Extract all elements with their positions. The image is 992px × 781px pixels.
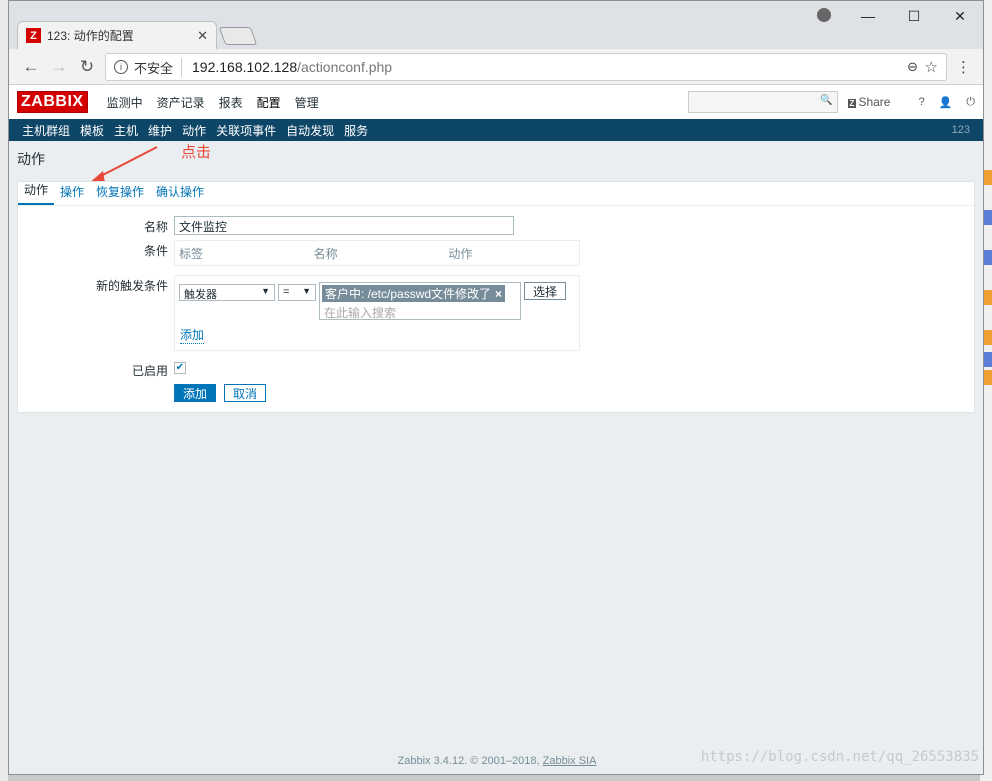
user-icon[interactable]: 👤: [939, 96, 953, 109]
multiselect-search-input[interactable]: 在此输入搜索: [322, 302, 518, 323]
top-nav: 监测中 资产记录 报表 配置 管理: [100, 94, 326, 111]
profile-icon[interactable]: [817, 8, 831, 22]
new-tab-button[interactable]: [218, 27, 258, 45]
cond-header-label: 标签: [179, 246, 204, 261]
back-icon[interactable]: ←: [17, 57, 45, 77]
cond-header-action: 动作: [448, 246, 473, 261]
form-tabs: 动作 操作 恢复操作 确认操作: [18, 182, 974, 206]
browser-toolbar: ← → ↻ i 不安全 192.168.102.128/actionconf.p…: [9, 49, 983, 85]
share-icon: Z: [847, 99, 857, 108]
desktop-left-edge: [0, 0, 8, 781]
subnav-actions[interactable]: 动作: [177, 122, 211, 139]
annotation-text: 点击: [181, 144, 212, 161]
add-button[interactable]: 添加: [174, 384, 217, 402]
browser-menu-icon[interactable]: ⋮: [956, 58, 971, 76]
subnav-host-groups[interactable]: 主机群组: [17, 122, 75, 139]
maximize-icon[interactable]: ☐: [891, 1, 937, 31]
enabled-label: 已启用: [131, 364, 168, 378]
cond-header-name: 名称: [313, 246, 338, 261]
name-label: 名称: [143, 220, 168, 234]
tab-action[interactable]: 动作: [18, 181, 55, 205]
url-host: 192.168.102.128: [192, 59, 298, 75]
remove-chip-icon[interactable]: ×: [495, 287, 502, 301]
condition-type-select[interactable]: 触发器 ▼: [179, 284, 275, 301]
nav-inventory[interactable]: 资产记录: [150, 94, 212, 111]
enabled-checkbox[interactable]: ✔: [174, 362, 186, 374]
subnav-maintenance[interactable]: 维护: [143, 122, 177, 139]
browser-tab[interactable]: Z 123: 动作的配置 ✕: [17, 21, 217, 49]
choose-button[interactable]: 选择: [524, 282, 567, 300]
power-icon[interactable]: ⏻: [966, 96, 975, 109]
conditions-label: 条件: [143, 244, 168, 258]
subnav-services[interactable]: 服务: [339, 122, 373, 139]
chevron-down-icon: ▼: [302, 286, 311, 296]
trigger-multiselect[interactable]: 客户中: /etc/passwd文件修改了 × 在此输入搜索: [319, 282, 521, 320]
subnav-hosts[interactable]: 主机: [109, 122, 143, 139]
security-label: 不安全: [134, 57, 183, 77]
zoom-icon[interactable]: ⊖: [907, 59, 918, 75]
zabbix-favicon-icon: Z: [26, 28, 41, 43]
close-window-icon[interactable]: ✕: [937, 1, 983, 31]
info-icon[interactable]: i: [114, 60, 128, 74]
browser-titlebar: Z 123: 动作的配置 ✕ — ☐ ✕: [9, 1, 983, 49]
sub-nav: 主机群组 模板 主机 维护 动作 关联项事件 自动发现 服务 123: [9, 119, 983, 141]
chevron-down-icon: ▼: [261, 286, 270, 296]
close-tab-icon[interactable]: ✕: [197, 28, 208, 44]
minimize-icon[interactable]: —: [845, 1, 891, 31]
bookmark-star-icon[interactable]: ☆: [925, 58, 938, 76]
share-link[interactable]: Z Share: [847, 95, 890, 109]
subnav-correlation[interactable]: 关联项事件: [211, 122, 281, 139]
cancel-button[interactable]: 取消: [224, 384, 267, 402]
browser-window: Z 123: 动作的配置 ✕ — ☐ ✕ ← → ↻ i 不安全 192.168…: [8, 0, 984, 775]
operator-select[interactable]: = ▼: [278, 284, 316, 301]
zabbix-logo[interactable]: ZABBIX: [17, 91, 88, 113]
footer-link[interactable]: Zabbix SIA: [543, 755, 597, 767]
nav-reports[interactable]: 报表: [212, 94, 250, 111]
conditions-table: 标签 名称 动作: [174, 240, 580, 266]
subnav-templates[interactable]: 模板: [75, 122, 109, 139]
global-search-input[interactable]: 🔍: [687, 91, 838, 113]
nav-monitoring[interactable]: 监测中: [100, 94, 150, 111]
tab-title: 123: 动作的配置: [47, 29, 134, 43]
help-icon[interactable]: ?: [918, 96, 924, 108]
subnav-discovery[interactable]: 自动发现: [281, 122, 339, 139]
nav-configuration[interactable]: 配置: [250, 94, 288, 111]
nav-administration[interactable]: 管理: [288, 94, 326, 111]
server-name: 123: [951, 124, 970, 136]
add-condition-link[interactable]: 添加: [180, 326, 205, 344]
selected-trigger-chip: 客户中: /etc/passwd文件修改了 ×: [322, 285, 506, 302]
watermark: https://blog.csdn.net/qq_26553835: [700, 749, 979, 765]
url-path: /actionconf.php: [297, 59, 393, 75]
new-condition-box: 触发器 ▼ = ▼ 客户中: /etc/passwd文件修改了 × 在此输入搜索 选择…: [174, 275, 580, 351]
main-content: 动作 点击 动作 操作 恢复操作 确认操作 名称 文件监控 条件 标签 名称 动…: [9, 141, 983, 774]
address-bar[interactable]: i 不安全 192.168.102.128/actionconf.php ⊖ ☆: [105, 53, 947, 81]
search-icon[interactable]: 🔍: [820, 95, 832, 106]
action-form-panel: 动作 操作 恢复操作 确认操作 名称 文件监控 条件 标签 名称 动作 新的触发…: [17, 181, 975, 413]
footer-text: Zabbix 3.4.12. © 2001–2018,: [397, 755, 543, 767]
tab-operations[interactable]: 操作: [54, 183, 90, 205]
tab-ack-operations[interactable]: 确认操作: [150, 183, 210, 205]
name-input[interactable]: 文件监控: [174, 216, 514, 235]
reload-icon[interactable]: ↻: [73, 57, 101, 77]
new-condition-label: 新的触发条件: [95, 279, 168, 293]
zabbix-header: ZABBIX 监测中 资产记录 报表 配置 管理 🔍 Z Share ? 👤 ⏻: [9, 85, 983, 119]
tab-recovery-operations[interactable]: 恢复操作: [90, 183, 150, 205]
forward-icon[interactable]: →: [45, 57, 73, 77]
